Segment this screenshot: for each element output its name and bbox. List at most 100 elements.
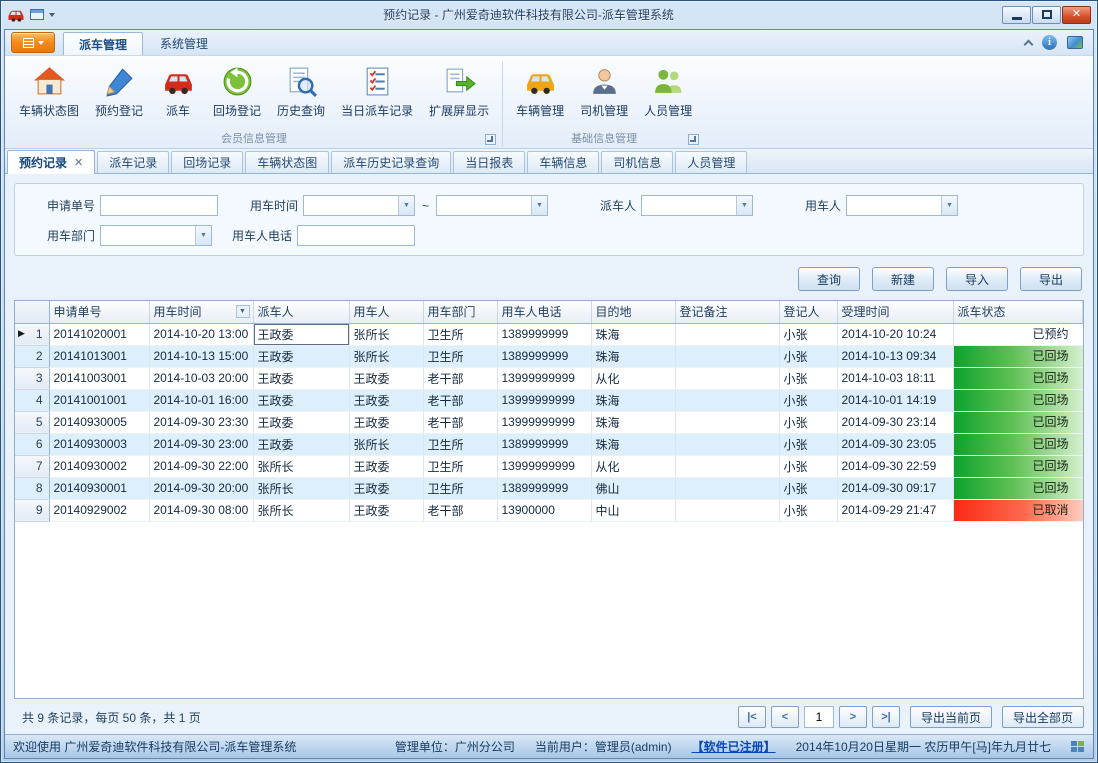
table-row[interactable]: 5201409300052014-09-30 23:30王政委王政委老干部139… bbox=[15, 411, 1083, 433]
tab-dispatch-records[interactable]: 派车记录 bbox=[97, 151, 169, 173]
grid-cell[interactable]: 卫生所 bbox=[423, 323, 497, 345]
row-indicator[interactable]: 7 bbox=[15, 455, 49, 477]
minimize-button[interactable] bbox=[1002, 6, 1031, 24]
dept-combo[interactable]: ▼ bbox=[100, 225, 212, 246]
history-query-button[interactable]: 历史查询 bbox=[269, 59, 333, 131]
first-page-button[interactable]: |< bbox=[738, 706, 766, 728]
layout-icon[interactable] bbox=[30, 9, 44, 20]
grid-cell[interactable]: 老干部 bbox=[423, 411, 497, 433]
phone-input[interactable] bbox=[297, 225, 415, 246]
row-indicator[interactable]: 2 bbox=[15, 345, 49, 367]
row-indicator[interactable]: 5 bbox=[15, 411, 49, 433]
tab-daily-report[interactable]: 当日报表 bbox=[453, 151, 525, 173]
grid-cell[interactable]: 珠海 bbox=[591, 389, 675, 411]
grid-cell[interactable]: 王政委 bbox=[349, 411, 423, 433]
use-time-to-combo[interactable]: ▼ bbox=[436, 195, 548, 216]
grid-cell[interactable]: 佛山 bbox=[591, 477, 675, 499]
grid-cell[interactable]: 小张 bbox=[779, 345, 837, 367]
vehicle-manage-button[interactable]: 车辆管理 bbox=[508, 59, 572, 131]
grid-cell[interactable]: 王政委 bbox=[349, 367, 423, 389]
table-row[interactable]: 4201410010012014-10-01 16:00王政委王政委老干部139… bbox=[15, 389, 1083, 411]
grid-cell[interactable]: 2014-10-01 14:19 bbox=[837, 389, 953, 411]
grid-cell[interactable]: 中山 bbox=[591, 499, 675, 521]
grid-cell[interactable]: 小张 bbox=[779, 499, 837, 521]
row-indicator[interactable]: 6 bbox=[15, 433, 49, 455]
grid-cell[interactable] bbox=[675, 389, 779, 411]
request-no-input[interactable] bbox=[100, 195, 218, 216]
grid-cell[interactable]: 小张 bbox=[779, 455, 837, 477]
grid-cell[interactable]: 珠海 bbox=[591, 433, 675, 455]
column-header-7[interactable]: 目的地 bbox=[591, 301, 675, 323]
create-button[interactable]: 新建 bbox=[872, 267, 934, 291]
grid-cell[interactable]: 2014-10-20 10:24 bbox=[837, 323, 953, 345]
grid-cell[interactable]: 卫生所 bbox=[423, 455, 497, 477]
extended-screen-button[interactable]: 扩展屏显示 bbox=[421, 59, 497, 131]
grid-cell[interactable]: 2014-10-13 09:34 bbox=[837, 345, 953, 367]
grid-cell[interactable] bbox=[675, 323, 779, 345]
grid-cell[interactable]: 2014-09-30 23:00 bbox=[149, 433, 253, 455]
grid-cell[interactable]: 1389999999 bbox=[497, 345, 591, 367]
grid-cell[interactable]: 张所长 bbox=[253, 455, 349, 477]
column-filter-icon[interactable]: ▼ bbox=[236, 305, 250, 318]
tab-driver-info[interactable]: 司机信息 bbox=[601, 151, 673, 173]
grid-cell[interactable]: 13900000 bbox=[497, 499, 591, 521]
personnel-manage-button[interactable]: 人员管理 bbox=[636, 59, 700, 131]
grid-cell[interactable]: 小张 bbox=[779, 367, 837, 389]
ribbon-tab-dispatch[interactable]: 派车管理 bbox=[63, 32, 143, 55]
chevron-down-icon[interactable]: ▼ bbox=[941, 196, 957, 215]
tab-vehicle-info[interactable]: 车辆信息 bbox=[527, 151, 599, 173]
grid-cell[interactable]: 13999999999 bbox=[497, 389, 591, 411]
grid-cell[interactable]: 从化 bbox=[591, 367, 675, 389]
grid-cell[interactable]: 张所长 bbox=[349, 323, 423, 345]
grid-cell[interactable]: 20141013001 bbox=[49, 345, 149, 367]
row-indicator[interactable]: 9 bbox=[15, 499, 49, 521]
chevron-down-icon[interactable]: ▼ bbox=[398, 196, 414, 215]
grid-cell[interactable]: 张所长 bbox=[253, 499, 349, 521]
grid-cell[interactable]: 2014-09-30 23:14 bbox=[837, 411, 953, 433]
grid-cell[interactable]: 王政委 bbox=[349, 499, 423, 521]
grid-cell[interactable]: 张所长 bbox=[349, 345, 423, 367]
tab-reservation-records[interactable]: 预约记录 ✕ bbox=[7, 150, 95, 174]
grid-cell[interactable] bbox=[675, 433, 779, 455]
column-header-11[interactable]: 派车状态 bbox=[953, 301, 1083, 323]
tab-return-records[interactable]: 回场记录 bbox=[171, 151, 243, 173]
grid-cell[interactable]: 王政委 bbox=[253, 345, 349, 367]
row-indicator[interactable]: 3 bbox=[15, 367, 49, 389]
grid-cell[interactable]: 老干部 bbox=[423, 367, 497, 389]
grid-cell[interactable]: 13999999999 bbox=[497, 455, 591, 477]
grid-cell[interactable]: 2014-09-30 08:00 bbox=[149, 499, 253, 521]
grid-cell[interactable]: 从化 bbox=[591, 455, 675, 477]
column-header-2[interactable]: 用车时间▼ bbox=[149, 301, 253, 323]
export-current-page-button[interactable]: 导出当前页 bbox=[910, 706, 992, 728]
grid-cell[interactable] bbox=[675, 411, 779, 433]
export-all-pages-button[interactable]: 导出全部页 bbox=[1002, 706, 1084, 728]
maximize-button[interactable] bbox=[1032, 6, 1061, 24]
grid-cell[interactable]: 20140930005 bbox=[49, 411, 149, 433]
file-menu-button[interactable] bbox=[11, 32, 55, 53]
chevron-down-icon[interactable]: ▼ bbox=[531, 196, 547, 215]
grid-cell[interactable] bbox=[675, 367, 779, 389]
grid-cell[interactable]: 2014-09-30 23:30 bbox=[149, 411, 253, 433]
table-row[interactable]: 8201409300012014-09-30 20:00张所长王政委卫生所138… bbox=[15, 477, 1083, 499]
next-page-button[interactable]: > bbox=[839, 706, 867, 728]
vehicle-status-map-button[interactable]: 车辆状态图 bbox=[11, 59, 87, 131]
table-row[interactable]: 6201409300032014-09-30 23:00王政委张所长卫生所138… bbox=[15, 433, 1083, 455]
grid-cell[interactable]: 2014-09-30 23:05 bbox=[837, 433, 953, 455]
column-header-9[interactable]: 登记人 bbox=[779, 301, 837, 323]
grid-cell[interactable]: 小张 bbox=[779, 389, 837, 411]
table-row[interactable]: 3201410030012014-10-03 20:00王政委王政委老干部139… bbox=[15, 367, 1083, 389]
grid-cell[interactable]: 王政委 bbox=[349, 455, 423, 477]
grid-cell[interactable]: 2014-09-30 22:59 bbox=[837, 455, 953, 477]
grid-cell[interactable]: 20140930002 bbox=[49, 455, 149, 477]
today-dispatch-records-button[interactable]: 当日派车记录 bbox=[333, 59, 421, 131]
qat-dropdown-icon[interactable] bbox=[49, 13, 55, 17]
grid-cell[interactable]: 王政委 bbox=[253, 411, 349, 433]
grid-cell[interactable] bbox=[675, 499, 779, 521]
grid-cell[interactable]: 珠海 bbox=[591, 323, 675, 345]
grid-cell[interactable]: 老干部 bbox=[423, 499, 497, 521]
grid-cell[interactable]: 20140930001 bbox=[49, 477, 149, 499]
grid-cell[interactable]: 王政委 bbox=[349, 389, 423, 411]
grid-cell[interactable]: 20141003001 bbox=[49, 367, 149, 389]
column-header-5[interactable]: 用车部门 bbox=[423, 301, 497, 323]
page-number-input[interactable] bbox=[804, 706, 834, 728]
